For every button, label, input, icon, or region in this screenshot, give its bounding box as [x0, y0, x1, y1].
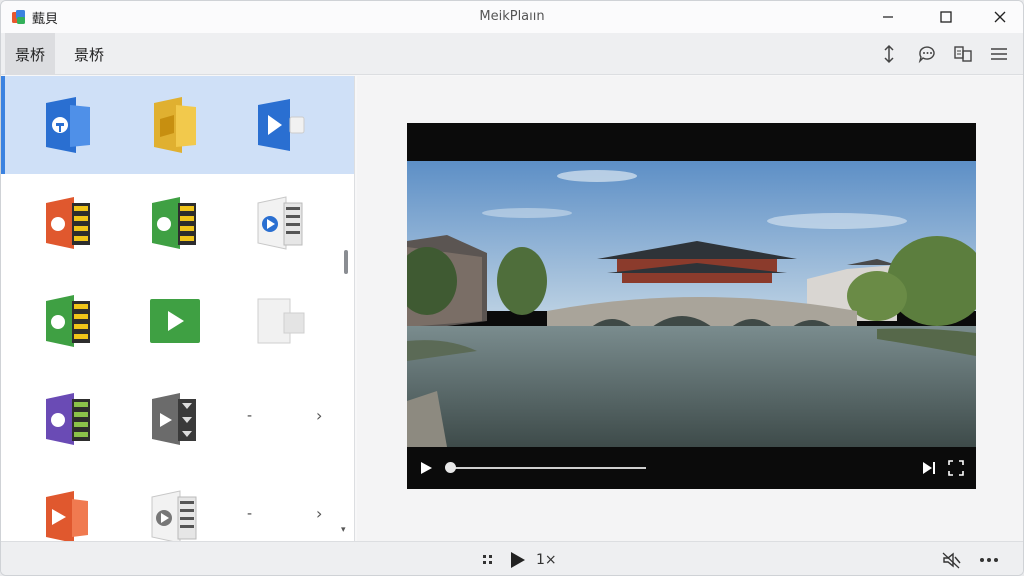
upload-icon: [884, 44, 894, 64]
seek-bar[interactable]: [451, 467, 646, 469]
app-window: 薽貝 MeikPlaıın 景桥 景桥 - › - › ▾ 1×: [0, 0, 1024, 576]
video-frame-image: [407, 161, 976, 447]
white-play-archive-icon[interactable]: [139, 482, 209, 541]
tab-first[interactable]: 景桥: [5, 33, 56, 75]
menu-button[interactable]: [987, 42, 1011, 66]
compare-icon: [954, 46, 972, 62]
green-play-icon[interactable]: [139, 286, 209, 356]
mute-icon[interactable]: [941, 550, 961, 570]
close-icon: [994, 11, 1006, 23]
chevron-right-icon[interactable]: ›: [316, 406, 322, 425]
selection-indicator: [1, 76, 5, 174]
chat-button[interactable]: [915, 42, 939, 66]
video-player[interactable]: [407, 123, 976, 489]
video-controls: [407, 447, 976, 489]
orange-archive-file-icon[interactable]: [33, 188, 103, 258]
green-archive-file-icon[interactable]: [139, 188, 209, 258]
more-options-icon[interactable]: [978, 550, 1000, 570]
skip-next-icon[interactable]: [921, 460, 937, 476]
yellow-media-file-icon[interactable]: [139, 90, 209, 160]
title-bar: 薽貝 MeikPlaıın: [1, 1, 1023, 33]
scroll-down-arrow-icon[interactable]: ▾: [341, 525, 346, 535]
purple-archive-file-icon[interactable]: [33, 384, 103, 454]
file-grid-panel: - › - › ▾: [1, 76, 355, 541]
pause-icon[interactable]: [482, 550, 494, 570]
tab-second[interactable]: 景桥: [64, 33, 114, 75]
white-blank-file-icon[interactable]: [245, 286, 315, 356]
close-button[interactable]: [977, 1, 1023, 33]
play-icon[interactable]: [419, 461, 433, 475]
grid-row[interactable]: [1, 174, 354, 272]
placeholder-dash: -: [247, 506, 253, 522]
upload-button[interactable]: [877, 42, 901, 66]
grid-row[interactable]: - ›: [1, 370, 354, 468]
preview-panel: [357, 76, 1023, 541]
grid-row[interactable]: - ›: [1, 468, 354, 541]
green-archive-file-icon[interactable]: [33, 286, 103, 356]
playback-speed[interactable]: 1×: [536, 550, 557, 570]
placeholder-dash: -: [247, 408, 253, 424]
scrollbar-thumb[interactable]: [344, 250, 348, 274]
blue-media-file-icon[interactable]: [33, 90, 103, 160]
orange-play-file-icon[interactable]: [33, 482, 103, 541]
maximize-icon: [940, 11, 952, 23]
menu-icon: [991, 48, 1007, 60]
compare-button[interactable]: [951, 42, 975, 66]
white-play-archive-icon[interactable]: [245, 188, 315, 258]
minimize-button[interactable]: [865, 1, 911, 33]
toolbar: 景桥 景桥: [1, 33, 1023, 75]
chevron-right-icon[interactable]: ›: [316, 504, 322, 523]
fullscreen-icon[interactable]: [947, 459, 965, 477]
seek-handle[interactable]: [445, 462, 456, 473]
grid-row[interactable]: [1, 272, 354, 370]
minimize-icon: [883, 16, 893, 18]
blue-play-file-icon[interactable]: [245, 90, 315, 160]
river-bridge-scene: [407, 161, 976, 447]
maximize-button[interactable]: [923, 1, 969, 33]
bottom-bar: 1×: [1, 541, 1023, 575]
play-icon[interactable]: [509, 550, 527, 570]
grid-row[interactable]: [1, 76, 354, 174]
chat-icon: [918, 46, 935, 64]
gray-play-archive-icon[interactable]: [139, 384, 209, 454]
